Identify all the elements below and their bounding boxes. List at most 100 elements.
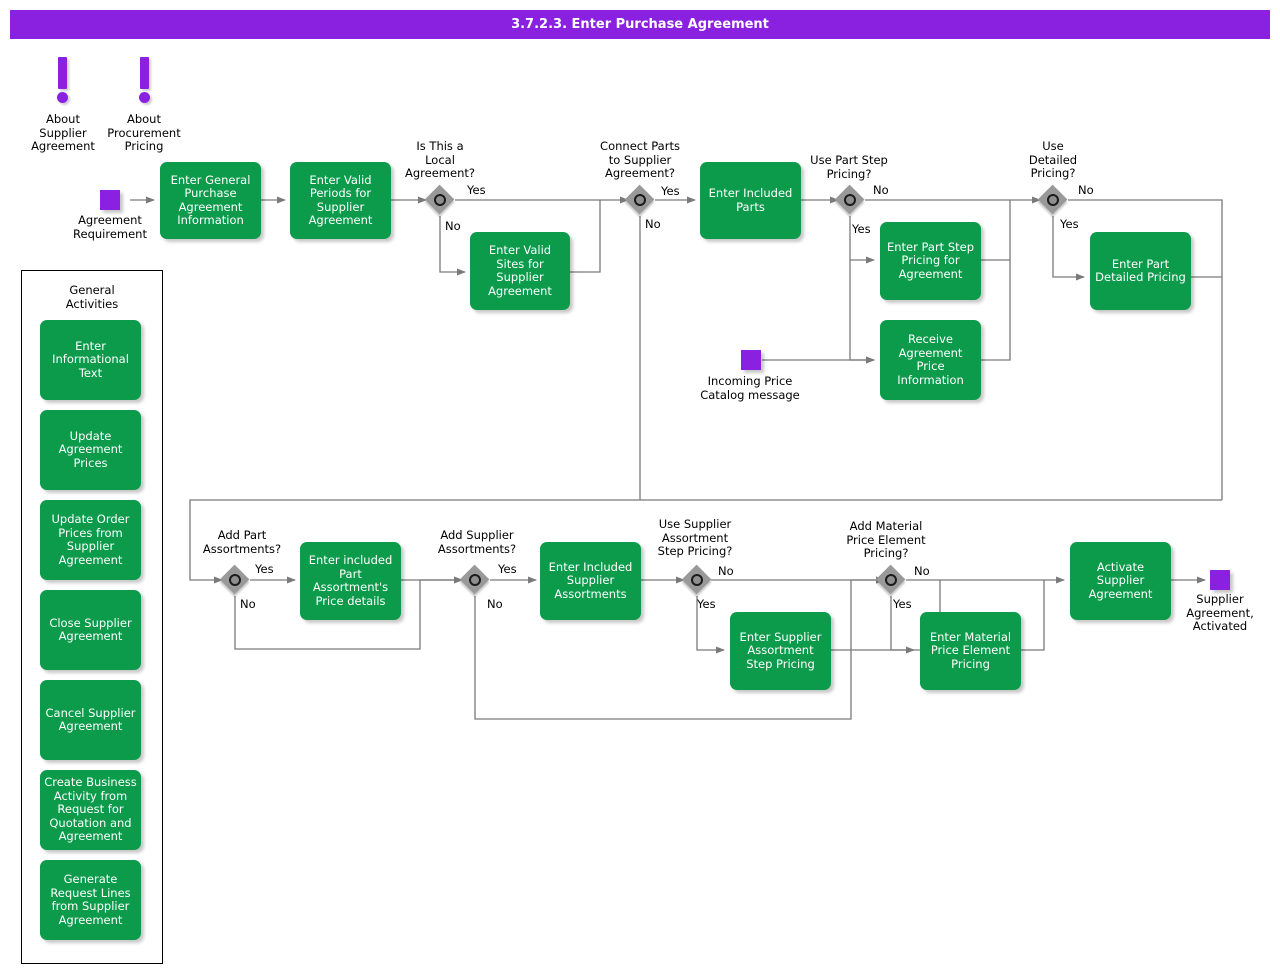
gateway-yes-label: Yes	[467, 183, 486, 197]
wire-receive-merge	[981, 260, 1011, 361]
gateway-ring-icon	[885, 574, 897, 586]
exclamation-bar-icon-2	[140, 57, 149, 89]
gateway-add-material-price-element-pricing[interactable]	[876, 565, 906, 595]
gateway-ring-icon	[229, 574, 241, 586]
exclamation-dot-icon-2	[139, 92, 150, 103]
general-activity-generate-request-lines-from-supplier-agreement[interactable]: Generate Request Lines from Supplier Agr…	[40, 860, 141, 940]
activity-label: Create Business Activity from Request fo…	[44, 775, 137, 844]
activity-label: Update Order Prices from Supplier Agreem…	[51, 512, 130, 567]
general-activity-create-business-activity-from-rfq-and-agreement[interactable]: Create Business Activity from Request fo…	[40, 770, 141, 850]
activity-label: Update Agreement Prices	[58, 428, 123, 470]
activity-receive-agreement-price-information[interactable]: Receive Agreement Price Information	[880, 320, 981, 400]
activity-enter-part-detailed-pricing[interactable]: Enter Part Detailed Pricing	[1090, 232, 1191, 310]
activity-label: Close Supplier Agreement	[49, 615, 132, 643]
gateway-label-add-material-price-element: Add Material Price Element Pricing?	[846, 519, 926, 560]
activity-label: Activate Supplier Agreement	[1088, 559, 1153, 601]
gateway-ring-icon	[469, 574, 481, 586]
message-event-label: Incoming Price Catalog message	[700, 374, 800, 402]
gateway-no-label: No	[445, 219, 461, 233]
gateway-yes-label: Yes	[255, 562, 274, 576]
general-activity-close-supplier-agreement[interactable]: Close Supplier Agreement	[40, 590, 141, 670]
wire-sites-to-gwconnect	[570, 200, 601, 273]
general-activities-title: General Activities	[65, 283, 119, 311]
activity-label: Enter Part Detailed Pricing	[1095, 256, 1186, 284]
activity-enter-valid-sites-for-supplier-agreement[interactable]: Enter Valid Sites for Supplier Agreement	[470, 232, 570, 310]
activity-label: Enter included Part Assortment's Price d…	[308, 553, 393, 608]
message-event-incoming-price[interactable]	[741, 350, 761, 370]
activity-label: Enter Included Supplier Assortments	[548, 559, 633, 601]
gateway-ring-icon	[691, 574, 703, 586]
gateway-use-detailed-pricing[interactable]	[1038, 185, 1068, 215]
activity-label: Enter Supplier Assortment Step Pricing	[739, 629, 822, 671]
activity-enter-part-step-pricing-for-agreement[interactable]: Enter Part Step Pricing for Agreement	[880, 222, 981, 300]
general-activity-update-agreement-prices[interactable]: Update Agreement Prices	[40, 410, 141, 490]
gateway-ring-icon	[434, 194, 446, 206]
activity-label: Receive Agreement Price Information	[897, 332, 964, 387]
activity-activate-supplier-agreement[interactable]: Activate Supplier Agreement	[1070, 542, 1171, 620]
exclamation-icon-2	[136, 57, 154, 105]
activity-label: Enter Valid Sites for Supplier Agreement	[488, 243, 552, 298]
gateway-add-supplier-assortments[interactable]	[460, 565, 490, 595]
activity-enter-material-price-element-pricing[interactable]: Enter Material Price Element Pricing	[920, 612, 1021, 690]
gateway-label-detailed-pricing: Use Detailed Pricing?	[1028, 139, 1078, 180]
exclamation-dot-icon	[57, 92, 68, 103]
gateway-ring-icon	[844, 194, 856, 206]
activity-label: Enter Material Price Element Pricing	[929, 629, 1012, 671]
gateway-label-connect-parts: Connect Parts to Supplier Agreement?	[600, 139, 680, 180]
activity-enter-included-supplier-assortments[interactable]: Enter Included Supplier Assortments	[540, 542, 641, 620]
general-activity-enter-informational-text[interactable]: Enter Informational Text	[40, 320, 141, 400]
exclamation-icon	[54, 57, 72, 105]
end-event-label: Supplier Agreement, Activated	[1186, 592, 1254, 633]
activity-label: Enter Informational Text	[52, 338, 129, 380]
gateway-is-this-a-local-agreement[interactable]	[425, 185, 455, 215]
activity-enter-included-part-assortments-price-details[interactable]: Enter included Part Assortment's Price d…	[300, 542, 401, 620]
end-event[interactable]	[1210, 570, 1230, 590]
page-title: 3.7.2.3. Enter Purchase Agreement	[10, 10, 1270, 39]
activity-enter-included-parts[interactable]: Enter Included Parts	[700, 162, 801, 239]
gateway-ring-icon	[1047, 194, 1059, 206]
activity-label: Enter General Purchase Agreement Informa…	[170, 172, 251, 227]
activity-label: Enter Part Step Pricing for Agreement	[886, 239, 975, 281]
gateway-yes-label: Yes	[498, 562, 517, 576]
wire-gwconnect-no	[189, 216, 641, 584]
activity-label: Generate Request Lines from Supplier Agr…	[50, 872, 131, 927]
gateway-label-part-step-pricing: Use Part Step Pricing?	[810, 153, 888, 181]
activity-label: Enter Valid Periods for Supplier Agreeme…	[308, 172, 373, 227]
gateway-label-local-agreement: Is This a Local Agreement?	[405, 139, 475, 180]
gateway-yes-label: Yes	[1060, 217, 1079, 231]
gateway-no-label: No	[240, 597, 256, 611]
gateway-label-add-part-assortments: Add Part Assortments?	[202, 528, 282, 556]
gateway-yes-label: Yes	[661, 184, 680, 198]
gateway-yes-label: Yes	[893, 597, 912, 611]
gateway-label-supplier-assortment-step-pricing: Use Supplier Assortment Step Pricing?	[657, 517, 733, 558]
activity-label: Cancel Supplier Agreement	[45, 705, 136, 733]
gateway-no-label: No	[718, 564, 734, 578]
wire-material-merge	[1021, 580, 1045, 651]
gateway-ring-icon	[634, 194, 646, 206]
exclamation-bar-icon	[58, 57, 67, 89]
info-marker-label-supplier-agreement: About Supplier Agreement	[31, 112, 95, 153]
gateway-no-label: No	[873, 183, 889, 197]
general-activity-cancel-supplier-agreement[interactable]: Cancel Supplier Agreement	[40, 680, 141, 760]
gateway-no-label: No	[487, 597, 503, 611]
activity-enter-general-purchase-agreement-information[interactable]: Enter General Purchase Agreement Informa…	[160, 162, 261, 239]
gateway-no-label: No	[645, 217, 661, 231]
start-event-label: Agreement Requirement	[73, 213, 147, 241]
gateway-yes-label: Yes	[697, 597, 716, 611]
gateway-label-add-supplier-assortments: Add Supplier Assortments?	[437, 528, 517, 556]
gateway-use-part-step-pricing[interactable]	[835, 185, 865, 215]
start-event[interactable]	[100, 190, 120, 210]
activity-enter-valid-periods-for-supplier-agreement[interactable]: Enter Valid Periods for Supplier Agreeme…	[290, 162, 391, 239]
activity-enter-supplier-assortment-step-pricing[interactable]: Enter Supplier Assortment Step Pricing	[730, 612, 831, 690]
diagram-canvas: 3.7.2.3. Enter Purchase Agreement About …	[0, 0, 1280, 970]
gateway-no-label: No	[914, 564, 930, 578]
gateway-yes-label: Yes	[852, 222, 871, 236]
general-activity-update-order-prices-from-supplier-agreement[interactable]: Update Order Prices from Supplier Agreem…	[40, 500, 141, 580]
gateway-no-label: No	[1078, 183, 1094, 197]
gateway-use-supplier-assortment-step-pricing[interactable]	[682, 565, 712, 595]
activity-label: Enter Included Parts	[708, 186, 793, 214]
gateway-connect-parts-to-supplier-agreement[interactable]	[625, 185, 655, 215]
gateway-add-part-assortments[interactable]	[220, 565, 250, 595]
wire-partstep-merge	[981, 200, 1011, 261]
wire-gwstep-to-receive	[849, 260, 875, 364]
